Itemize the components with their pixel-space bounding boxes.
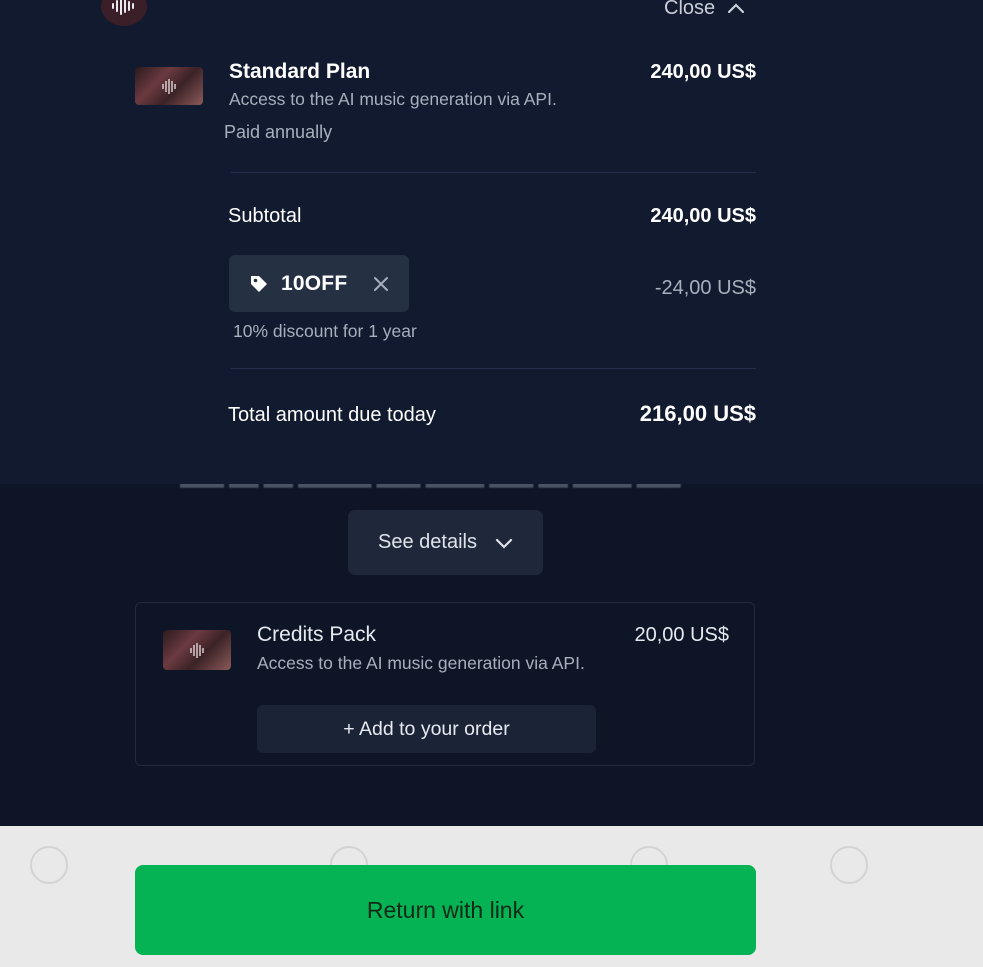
tag-icon — [251, 275, 267, 292]
watermark-logo-icon — [830, 846, 868, 884]
close-icon — [374, 276, 389, 291]
watermark-logo-icon — [30, 846, 68, 884]
chevron-up-icon — [728, 3, 745, 14]
plan-title: Standard Plan — [229, 60, 371, 83]
divider — [231, 172, 756, 173]
remove-promo-button[interactable] — [373, 276, 389, 292]
waveform-icon — [112, 0, 134, 15]
subtotal-value: 240,00 US$ — [650, 205, 756, 227]
close-label: Close — [664, 0, 716, 19]
total-label: Total amount due today — [228, 404, 436, 426]
add-to-order-button[interactable]: + Add to your order — [257, 705, 596, 753]
discount-value: -24,00 US$ — [654, 277, 756, 299]
plan-price: 240,00 US$ — [650, 61, 756, 83]
credits-pack-thumbnail — [163, 630, 231, 670]
plan-thumbnail — [135, 67, 203, 105]
credits-pack-title: Credits Pack — [257, 623, 377, 646]
credits-pack-description: Access to the AI music generation via AP… — [257, 653, 585, 673]
chevron-down-icon — [495, 538, 513, 549]
credits-pack-price: 20,00 US$ — [634, 624, 729, 646]
divider — [231, 368, 756, 369]
plan-billing: Paid annually — [224, 122, 333, 142]
close-button[interactable]: Close — [664, 0, 745, 20]
see-details-button[interactable]: See details — [348, 510, 543, 575]
promo-code: 10OFF — [281, 271, 348, 295]
promo-code-chip: 10OFF — [229, 255, 409, 312]
see-details-label: See details — [378, 531, 477, 553]
return-with-link-button[interactable]: Return with link — [135, 865, 756, 955]
total-value: 216,00 US$ — [639, 401, 756, 426]
plan-description: Access to the AI music generation via AP… — [229, 89, 557, 109]
subtotal-label: Subtotal — [228, 205, 302, 227]
promo-note: 10% discount for 1 year — [233, 321, 417, 341]
